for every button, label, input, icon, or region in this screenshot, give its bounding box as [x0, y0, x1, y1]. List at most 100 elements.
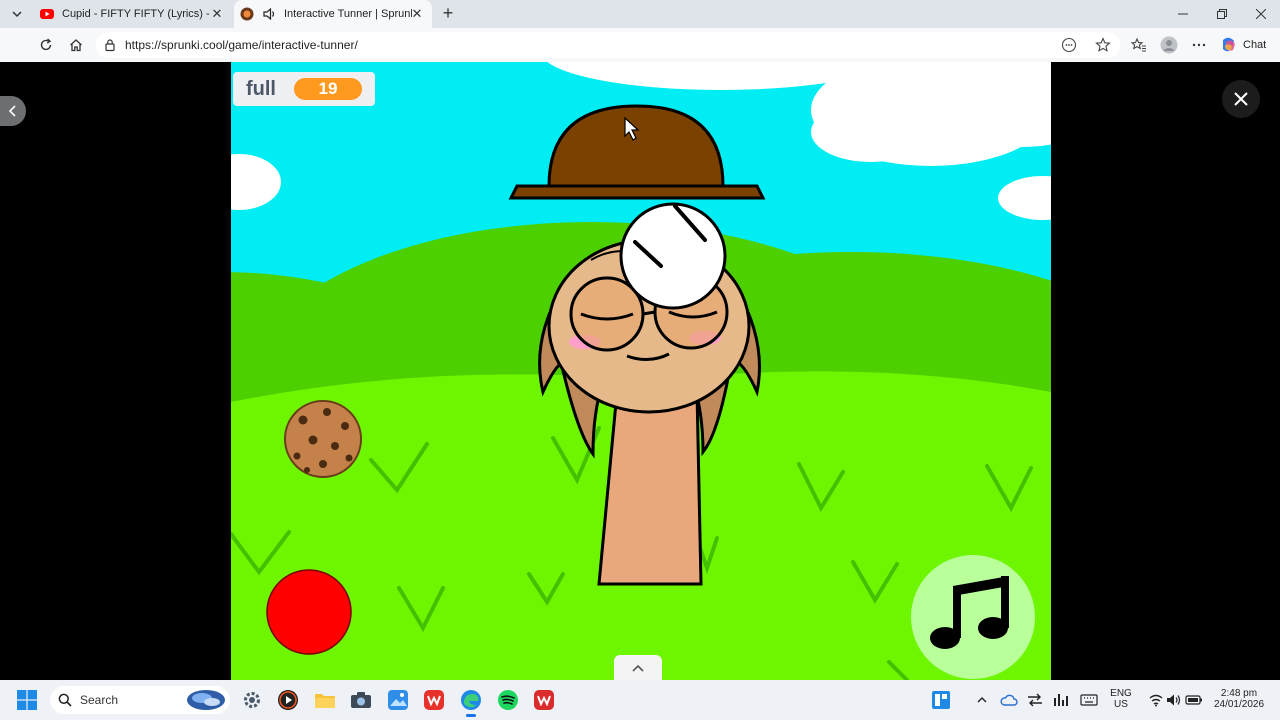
chat-label: Chat — [1243, 39, 1267, 51]
folder-icon — [315, 694, 335, 708]
favorite-star-icon[interactable] — [1095, 37, 1111, 53]
more-icon — [1192, 43, 1206, 47]
minimize-icon — [1178, 13, 1188, 15]
clock-date: 24/01/2026 — [1213, 699, 1265, 710]
minimize-button[interactable] — [1164, 0, 1202, 28]
favorites-button[interactable] — [1129, 35, 1149, 55]
chevron-up-icon — [977, 697, 987, 703]
close-tab-icon[interactable]: ✕ — [210, 7, 224, 21]
input-language[interactable]: ENG US — [1106, 688, 1136, 710]
clock-time: 2:48 pm — [1220, 688, 1258, 699]
game-canvas[interactable]: full 19 — [231, 62, 1051, 680]
taskbar-settings[interactable] — [240, 688, 264, 712]
tab-sprunki[interactable]: Interactive Tunner | Sprunki.c ✕ — [234, 0, 432, 28]
close-window-button[interactable] — [1242, 0, 1280, 28]
score-label: full — [246, 78, 276, 100]
url-text: https://sprunki.cool/game/interactive-tu… — [125, 38, 358, 52]
taskbar-photos[interactable] — [386, 688, 410, 712]
windows-taskbar: Search ENG US 2:48 pm 24/01/2026 — [0, 680, 1280, 720]
tray-sync[interactable] — [1023, 688, 1047, 712]
wps-office-icon — [424, 690, 444, 710]
avatar-icon — [1160, 36, 1178, 54]
keyboard-icon — [1080, 694, 1098, 706]
arrow-left-icon — [8, 105, 16, 117]
close-icon — [1256, 9, 1266, 19]
language-code: ENG — [1110, 688, 1132, 699]
copilot-chat-button[interactable]: Chat — [1220, 32, 1274, 58]
cloud-icon — [1000, 694, 1018, 706]
switch-icon — [1028, 693, 1042, 707]
spotify-icon — [498, 690, 518, 710]
taskbar-search[interactable]: Search — [50, 686, 230, 714]
chevron-down-icon — [12, 11, 22, 18]
taskbar-wps-writer[interactable] — [532, 688, 556, 712]
speaker-icon[interactable] — [262, 7, 276, 21]
taskbar-wps-office[interactable] — [422, 688, 446, 712]
taskbar-camera[interactable] — [349, 688, 373, 712]
tab-title: Interactive Tunner | Sprunki.c — [284, 8, 412, 20]
taskbar-spotify[interactable] — [496, 688, 520, 712]
search-icon — [58, 693, 72, 707]
record-button[interactable] — [266, 569, 352, 655]
sprunki-icon — [240, 7, 254, 21]
equalizer-icon — [1054, 694, 1068, 706]
windows-logo-icon — [17, 690, 37, 710]
language-region: US — [1114, 699, 1128, 710]
show-hidden-icons[interactable] — [970, 688, 994, 712]
browser-essentials-icon[interactable] — [1061, 37, 1077, 53]
tab-strip: Cupid - FIFTY FIFTY (Lyrics) - YouT ✕ In… — [0, 0, 1280, 28]
close-tab-icon[interactable]: ✕ — [410, 7, 424, 21]
tray-onedrive[interactable] — [997, 688, 1021, 712]
restore-button[interactable] — [1203, 0, 1241, 28]
page-viewport: full 19 — [0, 62, 1280, 680]
search-highlight-icon — [187, 690, 225, 710]
expand-panel-button[interactable] — [614, 655, 662, 680]
taskbar-media-player[interactable] — [276, 688, 300, 712]
home-icon — [70, 39, 82, 52]
copilot-icon — [1223, 37, 1235, 52]
back-button[interactable] — [0, 96, 26, 126]
wps-writer-icon — [534, 690, 554, 710]
cloud — [811, 102, 931, 162]
game-scene — [231, 62, 1051, 680]
music-toggle-button[interactable] — [911, 555, 1035, 679]
tray-audio-device[interactable] — [1049, 688, 1073, 712]
new-tab-button[interactable]: + — [438, 4, 458, 24]
widgets-icon — [932, 691, 950, 709]
speaker-icon — [1167, 694, 1181, 706]
close-icon — [1234, 92, 1248, 106]
reload-button[interactable] — [36, 35, 56, 55]
taskbar-widgets[interactable] — [929, 688, 953, 712]
tab-actions-menu[interactable] — [6, 4, 28, 24]
cookie-item[interactable] — [284, 400, 362, 478]
profile-button[interactable] — [1159, 35, 1179, 55]
favorites-list-icon — [1131, 37, 1146, 52]
taskbar-file-explorer[interactable] — [313, 688, 337, 712]
camera-icon — [351, 692, 371, 708]
score-panel: full 19 — [233, 72, 375, 106]
address-bar[interactable]: https://sprunki.cool/game/interactive-tu… — [96, 32, 1120, 58]
search-placeholder: Search — [80, 693, 119, 707]
reload-icon — [40, 38, 52, 51]
active-app-indicator — [466, 714, 476, 717]
settings-menu-button[interactable] — [1189, 35, 1209, 55]
play-circle-icon — [278, 690, 298, 710]
tab-youtube[interactable]: Cupid - FIFTY FIFTY (Lyrics) - YouT ✕ — [34, 0, 232, 28]
score-value: 19 — [294, 78, 362, 100]
restore-icon — [1217, 9, 1227, 19]
site-info-icon[interactable] — [102, 37, 118, 53]
close-game-button[interactable] — [1222, 80, 1260, 118]
tray-keyboard[interactable] — [1077, 688, 1101, 712]
start-button[interactable] — [15, 688, 39, 712]
edge-icon — [461, 690, 481, 710]
home-button[interactable] — [66, 35, 86, 55]
taskbar-edge[interactable] — [459, 688, 483, 712]
navigation-bar: https://sprunki.cool/game/interactive-tu… — [0, 28, 1280, 62]
tab-title: Cupid - FIFTY FIFTY (Lyrics) - YouT — [62, 8, 210, 20]
clock[interactable]: 2:48 pm 24/01/2026 — [1206, 688, 1272, 710]
tray-battery[interactable] — [1182, 688, 1206, 712]
youtube-icon — [40, 9, 54, 19]
chevron-up-icon — [632, 664, 644, 672]
photos-icon — [388, 690, 408, 710]
battery-icon — [1185, 695, 1202, 705]
